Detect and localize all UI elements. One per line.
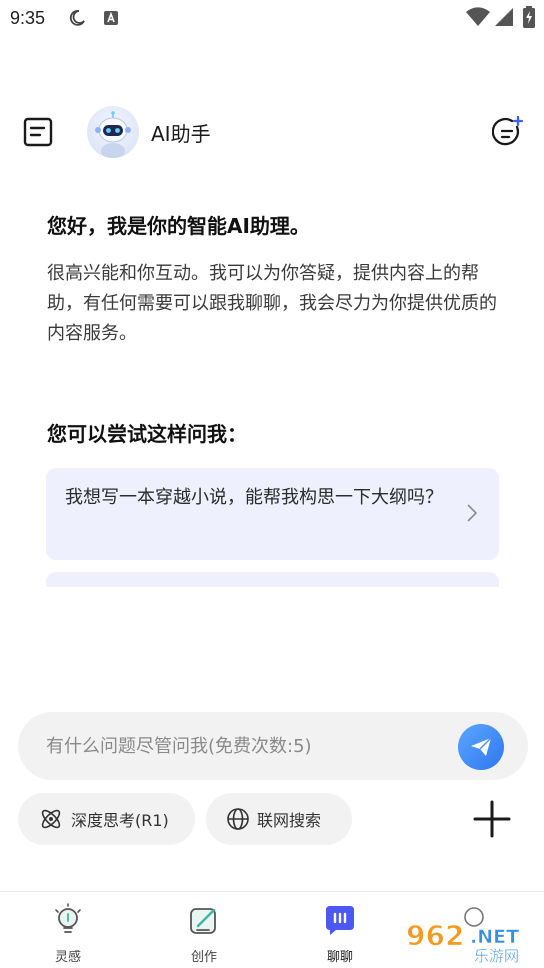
nav-label-create: 创作 [190, 950, 217, 965]
lightbulb-icon [55, 903, 81, 933]
signal-icon [495, 8, 513, 26]
wifi-icon [466, 7, 490, 27]
header: AI助手 [0, 100, 544, 164]
chevron-right-icon [467, 504, 478, 522]
deep-think-label: 深度思考(R1) [71, 811, 169, 830]
deep-think-toggle[interactable]: 深度思考(R1) [18, 793, 195, 845]
chat-input-box [18, 712, 528, 780]
nav-item-inspiration[interactable]: 灵感 [28, 902, 108, 965]
suggestion-card[interactable] [46, 572, 499, 587]
plus-icon [473, 800, 511, 838]
greeting-heading: 您好，我是你的智能AI助理。 [47, 214, 310, 238]
web-search-toggle[interactable]: 联网搜索 [206, 793, 352, 845]
send-paper-plane-icon [471, 737, 492, 756]
a-notification-icon [104, 11, 118, 25]
nav-item-chat[interactable]: 聊聊 [300, 902, 380, 965]
robot-icon [95, 111, 131, 158]
moon-icon [69, 10, 85, 26]
new-chat-icon [492, 116, 524, 146]
svg-text:962: 962 [406, 919, 464, 952]
suggestions-title: 您可以尝试这样问我： [47, 422, 247, 446]
status-time: 9:35 [10, 8, 46, 28]
nav-label-chat: 聊聊 [326, 950, 353, 965]
svg-text:.NET: .NET [470, 926, 519, 948]
intro-text: 很高兴能和你互动。我可以为你答疑，提供内容上的帮助，有任何需要可以跟我聊聊，我会… [47, 263, 497, 344]
nav-item-create[interactable]: 创作 [164, 902, 244, 965]
web-search-label: 联网搜索 [257, 811, 322, 830]
suggestion-card[interactable]: 我想写一本穿越小说，能帮我构思一下大纲吗？ [46, 468, 499, 560]
history-button[interactable] [18, 112, 58, 152]
document-list-icon [23, 117, 53, 147]
atom-icon [41, 809, 61, 829]
new-chat-button[interactable] [488, 112, 528, 152]
pen-icon [190, 908, 216, 934]
watermark-logo: 962 .NET 乐游网 [406, 907, 519, 965]
nav-label-inspiration: 灵感 [54, 950, 81, 965]
header-title: AI助手 [151, 122, 211, 146]
suggestion-text: 我想写一本穿越小说，能帮我构思一下大纲吗？ [65, 487, 443, 508]
globe-icon [227, 808, 249, 830]
status-bar: 9:35 [0, 0, 544, 38]
add-attachment-button[interactable] [470, 797, 514, 841]
chat-input[interactable] [46, 730, 446, 762]
battery-charging-icon [523, 6, 535, 28]
send-button[interactable] [458, 724, 504, 770]
chat-icon [326, 906, 354, 935]
svg-text:乐游网: 乐游网 [474, 947, 519, 965]
avatar [87, 106, 139, 158]
